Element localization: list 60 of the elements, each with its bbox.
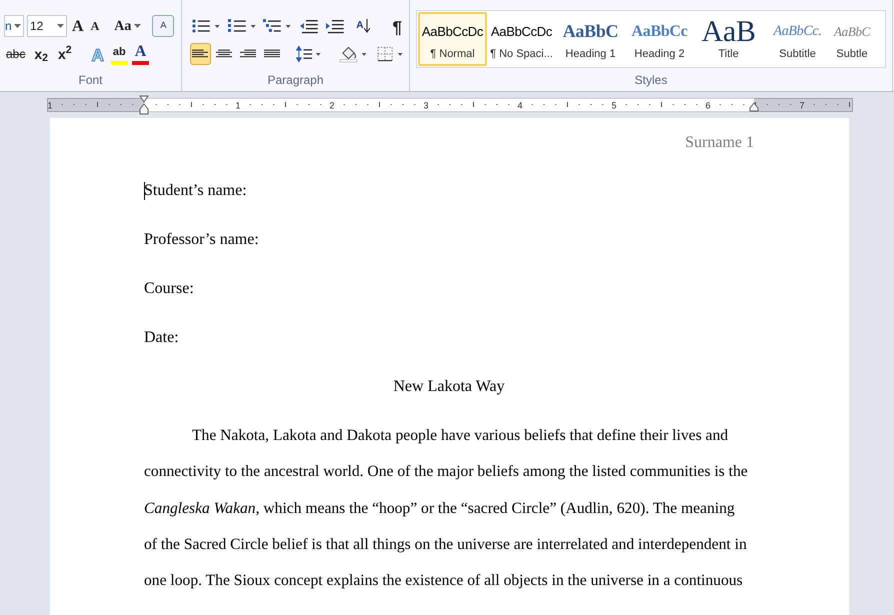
style-option[interactable]: AaB Title: [694, 12, 763, 66]
borders-icon[interactable]: [376, 45, 405, 63]
down-arrow-icon: [364, 19, 370, 33]
group-label: Styles: [634, 72, 668, 89]
align-left-button[interactable]: [190, 43, 211, 65]
change-case-button[interactable]: Aa: [110, 15, 146, 37]
style-sample: AaBbC: [834, 22, 870, 41]
style-option[interactable]: AaBbCc. Subtitle: [763, 12, 832, 66]
text-line: Student’s name:: [144, 181, 248, 202]
style-sample: AaBbC: [562, 20, 618, 43]
grow-font-button[interactable]: A: [70, 15, 86, 37]
font-size-field[interactable]: 12: [27, 15, 67, 37]
style-name: Subtitle: [779, 46, 816, 62]
text-line: Professor’s name:: [144, 230, 260, 250]
strikethrough-button[interactable]: abc: [4, 43, 28, 65]
line-spacing-icon[interactable]: [296, 45, 322, 63]
style-name: ¶ Normal: [430, 46, 475, 62]
document-title: New Lakota Way: [392, 377, 506, 397]
sort-button[interactable]: A: [354, 15, 372, 37]
body-paragraph: The Nakota, Lakota and Dakota people have various beliefs that define their lives and connectivity to the ancestral world. One of the major beliefs among the listed communities is the Cangleska Wakan, which means the “hoop” or the “sacred Circle” (Audlin, 620). The meaning of the Sacred Circle belief is that all things on the universe are interrelated and interdependent in one loop. The Sioux concept explains the existence of all objects in the universe in a continuous: [144, 426, 749, 592]
bullets-icon[interactable]: [192, 18, 222, 34]
style-name: Heading 2: [634, 46, 685, 62]
style-sample: AaBbCcDc: [490, 22, 552, 41]
style-sample: AaBbCc: [632, 22, 688, 42]
style-option[interactable]: AaBbC Subtle: [832, 12, 872, 66]
text-line: Date:: [144, 328, 180, 348]
decrease-indent-icon[interactable]: [298, 18, 319, 34]
font-color-button[interactable]: A: [132, 43, 150, 65]
numbering-icon[interactable]: [228, 18, 258, 34]
group-label: Paragraph: [266, 72, 325, 89]
style-option[interactable]: AaBbCc Heading 2: [625, 12, 694, 66]
style-name: Subtle: [836, 46, 868, 62]
indent-marker-icon[interactable]: [139, 95, 149, 115]
dropdown-icon: [134, 24, 142, 28]
show-formatting-marks-button[interactable]: ¶: [390, 15, 405, 37]
style-name: Heading 1: [565, 46, 616, 62]
style-option[interactable]: AaBbC Heading 1: [556, 12, 625, 66]
text-cursor: [144, 182, 145, 200]
style-name: Title: [718, 46, 739, 62]
shrink-font-button[interactable]: A: [88, 15, 102, 37]
style-name: ¶ No Spaci...: [490, 46, 553, 62]
dropdown-icon: [14, 24, 21, 28]
style-option[interactable]: AaBbCcDc ¶ Normal: [418, 12, 487, 66]
superscript-button[interactable]: x$^{2}$: [55, 43, 75, 65]
clear-formatting-button[interactable]: A: [152, 15, 174, 37]
group-label: Font: [77, 72, 104, 89]
increase-indent-icon[interactable]: [324, 18, 344, 34]
dropdown-icon: [57, 24, 64, 28]
text-line: Course:: [144, 279, 195, 299]
highlight-button[interactable]: ab: [110, 43, 128, 65]
ruler: 1 1 2 3 4 5 6 7: [47, 98, 853, 112]
style-sample: AaBbCc.: [773, 23, 822, 41]
multilevel-list-icon[interactable]: [263, 18, 293, 34]
style-sample: AaBbCcDc: [422, 22, 484, 41]
page-header: Surname 1: [684, 134, 754, 152]
style-option[interactable]: AaBbCcDc ¶ No Spaci...: [487, 12, 556, 66]
style-sample: AaB: [701, 18, 756, 46]
font-name-field[interactable]: n: [4, 15, 24, 37]
subscript-button[interactable]: x$_{2}$: [31, 43, 51, 65]
right-indent-marker-icon[interactable]: [749, 102, 759, 112]
